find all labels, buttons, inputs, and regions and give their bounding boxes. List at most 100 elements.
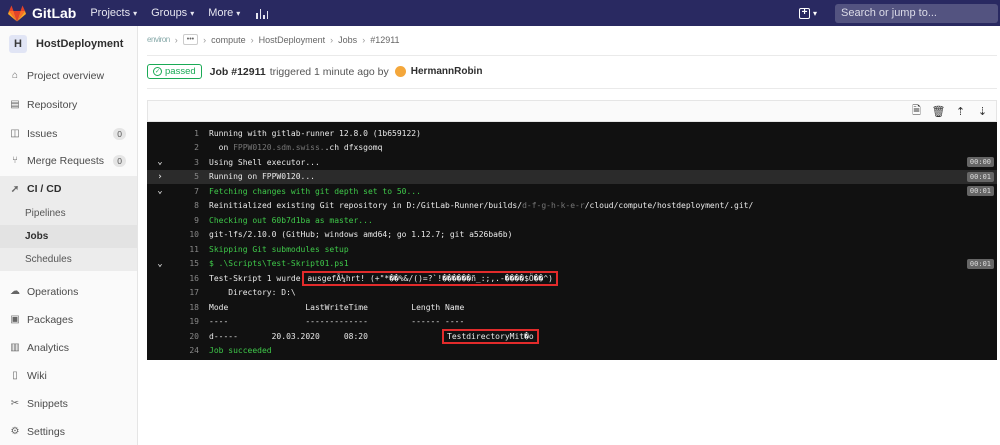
line-number[interactable]: 20 — [173, 332, 199, 341]
chart-icon: ▥ — [10, 342, 20, 353]
chevron-down-icon: ▾ — [190, 8, 195, 18]
sidebar-subitem-label: Jobs — [25, 231, 49, 242]
line-number[interactable]: 15 — [173, 259, 199, 268]
chevron-right-icon: › — [362, 34, 366, 45]
sidebar-item-packages[interactable]: ▣ Packages — [0, 308, 137, 331]
log-text: Test-Skript 1 wurde — [209, 273, 306, 283]
gitlab-logo[interactable]: GitLab — [8, 5, 76, 22]
line-number[interactable]: 9 — [173, 216, 199, 225]
line-number[interactable]: 19 — [173, 317, 199, 326]
scroll-to-bottom-button[interactable]: ⇣ — [975, 104, 990, 119]
doc-icon: ▤ — [10, 99, 20, 110]
log-line: 1 Running with gitlab-runner 12.8.0 (1b6… — [147, 126, 997, 141]
job-log-toolbar: 🗎 🗑 ⇡ ⇣ — [147, 100, 997, 122]
breadcrumb-compute[interactable]: compute — [211, 35, 246, 45]
home-icon: ⌂ — [11, 70, 19, 81]
sidebar-item-label: Analytics — [27, 341, 70, 354]
chevron-down-icon[interactable]: ⌄ — [147, 157, 173, 167]
line-number[interactable]: 18 — [173, 303, 199, 312]
scroll-to-top-button[interactable]: ⇡ — [953, 104, 968, 119]
rocket-icon: ➚ — [10, 183, 20, 195]
sidebar-item-settings[interactable]: ⚙ Settings — [0, 420, 137, 443]
sidebar-item-label: Merge Requests — [27, 154, 105, 167]
line-number[interactable]: 11 — [173, 245, 199, 254]
chevron-down-icon[interactable]: ⌄ — [147, 259, 173, 269]
sidebar-item-label: Repository — [27, 98, 78, 111]
activity-chart-button[interactable] — [254, 7, 269, 19]
breadcrumb-job-id[interactable]: #12911 — [370, 35, 399, 45]
chevron-right-icon: › — [250, 34, 254, 45]
log-section-header[interactable]: ⌄ 7 Fetching changes with git depth set … — [147, 184, 997, 199]
sidebar-item-repository[interactable]: ▤ Repository — [0, 93, 137, 116]
log-line: 2 on FPPW0120.sdm.swiss. .ch dfxsgomq — [147, 141, 997, 156]
search-input[interactable] — [841, 7, 998, 19]
line-number[interactable]: 24 — [173, 346, 199, 355]
sidebar-item-issues[interactable]: ◫ Issues 0 — [0, 122, 137, 145]
log-line: 18 Mode LastWriteTime Length Name — [147, 300, 997, 315]
log-line: 11 Skipping Git submodules setup — [147, 242, 997, 257]
sidebar-subitem-label: Pipelines — [25, 208, 66, 219]
log-line: 24 Job succeeded — [147, 344, 997, 359]
chevron-down-icon[interactable]: ⌄ — [147, 186, 173, 196]
section-duration-badge: 00:01 — [966, 186, 994, 197]
line-number[interactable]: 1 — [173, 129, 199, 138]
line-number[interactable]: 7 — [173, 187, 199, 196]
log-text: .ch dfxsgomq — [324, 143, 383, 153]
raw-log-button[interactable]: 🗎 — [909, 104, 924, 119]
line-number[interactable]: 8 — [173, 201, 199, 210]
job-meta: triggered 1 minute ago by — [269, 65, 389, 78]
log-text: Reinitialized existing Git repository in… — [209, 201, 523, 211]
merge-icon: ⑂ — [12, 155, 18, 166]
sidebar-item-label: Operations — [27, 285, 79, 298]
merge-requests-count-badge: 0 — [113, 154, 126, 167]
breadcrumb-group[interactable]: environ — [147, 35, 170, 44]
erase-log-button[interactable]: 🗑 — [931, 104, 946, 119]
search-box[interactable] — [835, 3, 998, 23]
nav-projects[interactable]: Projects ▾ — [90, 7, 137, 19]
chevron-right-icon[interactable]: › — [147, 172, 173, 182]
log-text: Running with gitlab-runner 12.8.0 (1b659… — [209, 128, 421, 138]
log-text: Running on FPPW0120... — [209, 172, 315, 182]
gear-icon: ⚙ — [10, 426, 20, 437]
sidebar-item-project-overview[interactable]: ⌂ Project overview — [0, 64, 137, 87]
log-text: Checking out 60b7d1ba as master... — [209, 215, 373, 225]
sidebar-item-wiki[interactable]: ▯ Wiki — [0, 364, 137, 387]
sidebar-item-ci-cd[interactable]: ➚ CI / CD — [0, 176, 137, 202]
sidebar-item-label: Issues — [27, 127, 58, 140]
breadcrumb-jobs[interactable]: Jobs — [338, 35, 357, 45]
sidebar-item-operations[interactable]: ☁ Operations — [0, 280, 137, 303]
log-text: $ .\Scripts\Test-Skript01.ps1 — [209, 259, 349, 269]
file-icon: 🗎 — [912, 104, 921, 117]
nav-more[interactable]: More ▾ — [208, 7, 240, 19]
log-section-header[interactable]: ⌄ 15 $ .\Scripts\Test-Skript01.ps1 00:01 — [147, 257, 997, 272]
scissors-icon: ✂ — [10, 398, 20, 409]
line-number[interactable]: 3 — [173, 158, 199, 167]
sidebar-item-snippets[interactable]: ✂ Snippets — [0, 392, 137, 415]
user-link[interactable]: HermannRobin — [411, 66, 483, 77]
sidebar-item-analytics[interactable]: ▥ Analytics — [0, 336, 137, 359]
sidebar-subitem-jobs[interactable]: Jobs — [0, 225, 137, 248]
sidebar-item-merge-requests[interactable]: ⑂ Merge Requests 0 — [0, 149, 137, 172]
top-navbar: GitLab Projects ▾ Groups ▾ More ▾ + ▾ — [0, 0, 1000, 26]
job-log: 1 Running with gitlab-runner 12.8.0 (1b6… — [147, 122, 997, 360]
breadcrumb-project[interactable]: HostDeployment — [259, 35, 326, 45]
project-header[interactable]: H HostDeployment — [0, 26, 137, 62]
log-section-header[interactable]: › 5 Running on FPPW0120... 00:01 — [147, 169, 997, 184]
line-number[interactable]: 2 — [173, 143, 199, 152]
sidebar-item-label: Wiki — [27, 369, 47, 382]
scroll-down-icon: ⇣ — [977, 105, 988, 118]
nav-groups[interactable]: Groups ▾ — [151, 7, 194, 19]
line-number[interactable]: 5 — [173, 172, 199, 181]
job-header: ✓ passed Job #12911 triggered 1 minute a… — [147, 64, 482, 79]
log-text: ---- ------------- ------ ---- — [209, 317, 465, 327]
avatar[interactable] — [394, 66, 406, 77]
line-number[interactable]: 16 — [173, 274, 199, 283]
line-number[interactable]: 17 — [173, 288, 199, 297]
log-section-header[interactable]: ⌄ 3 Using Shell executor... 00:00 — [147, 155, 997, 170]
line-number[interactable]: 10 — [173, 230, 199, 239]
sidebar-subitem-pipelines[interactable]: Pipelines — [0, 202, 137, 225]
breadcrumb-expand-button[interactable]: ••• — [182, 34, 199, 45]
status-badge[interactable]: ✓ passed — [147, 64, 202, 79]
new-item-dropdown[interactable]: + ▾ — [798, 7, 817, 19]
sidebar-subitem-schedules[interactable]: Schedules — [0, 248, 137, 271]
